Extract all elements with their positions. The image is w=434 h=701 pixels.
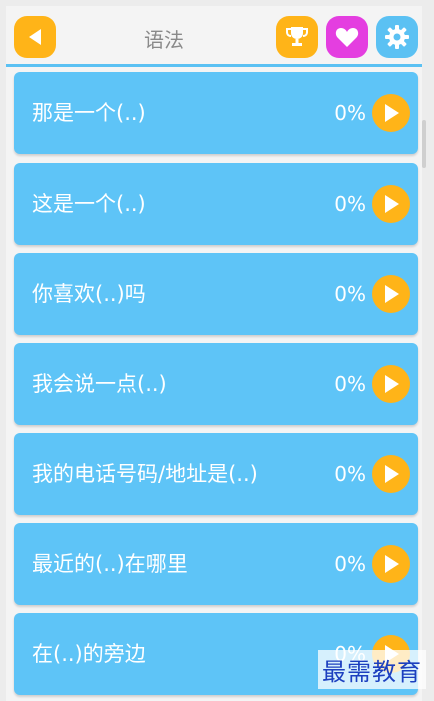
play-icon (385, 195, 399, 213)
lesson-progress: 0% (334, 552, 366, 576)
list-item[interactable]: 这是一个(..) 0% (14, 163, 418, 245)
lesson-progress: 0% (334, 192, 366, 216)
page-title: 语法 (144, 28, 184, 52)
settings-button[interactable] (376, 16, 418, 58)
list-item[interactable]: 我的电话号码/地址是(..) 0% (14, 433, 418, 515)
watermark-text: 最需教育 (318, 650, 426, 689)
list-item[interactable]: 我会说一点(..) 0% (14, 343, 418, 425)
scrollbar[interactable] (422, 120, 426, 168)
lesson-label: 在(..)的旁边 (32, 642, 146, 666)
lesson-progress: 0% (334, 101, 366, 125)
lesson-progress: 0% (334, 372, 366, 396)
lesson-label: 我会说一点(..) (32, 372, 167, 396)
lesson-progress: 0% (334, 462, 366, 486)
play-icon (385, 285, 399, 303)
gear-icon (385, 25, 409, 49)
lesson-progress: 0% (334, 282, 366, 306)
lesson-list[interactable]: 那是一个(..) 0% 这是一个(..) 0% 你喜欢(..)吗 0% 我会说一… (6, 67, 422, 701)
play-button[interactable] (372, 455, 410, 493)
play-button[interactable] (372, 365, 410, 403)
play-icon (385, 465, 399, 483)
lesson-label: 最近的(..)在哪里 (32, 552, 188, 576)
list-item[interactable]: 你喜欢(..)吗 0% (14, 253, 418, 335)
list-item[interactable]: 最近的(..)在哪里 0% (14, 523, 418, 605)
lesson-label: 这是一个(..) (32, 192, 146, 216)
header-bar: 语法 (6, 6, 422, 67)
play-icon (385, 555, 399, 573)
lesson-label: 我的电话号码/地址是(..) (32, 462, 258, 486)
play-icon (385, 375, 399, 393)
trophy-icon (286, 27, 308, 46)
play-button[interactable] (372, 275, 410, 313)
lesson-label: 你喜欢(..)吗 (32, 282, 146, 306)
trophy-button[interactable] (276, 16, 318, 58)
play-button[interactable] (372, 94, 410, 132)
app-window: 语法 那是一个(..) 0% 这是一个(..) 0% 你喜欢(..)吗 0% 我… (0, 0, 434, 701)
play-icon (385, 104, 399, 122)
play-button[interactable] (372, 185, 410, 223)
favorites-button[interactable] (326, 16, 368, 58)
triangle-left-icon (29, 29, 41, 45)
play-button[interactable] (372, 545, 410, 583)
back-button[interactable] (14, 16, 56, 58)
lesson-label: 那是一个(..) (32, 101, 146, 125)
list-item[interactable]: 那是一个(..) 0% (14, 72, 418, 154)
heart-icon (335, 28, 359, 47)
